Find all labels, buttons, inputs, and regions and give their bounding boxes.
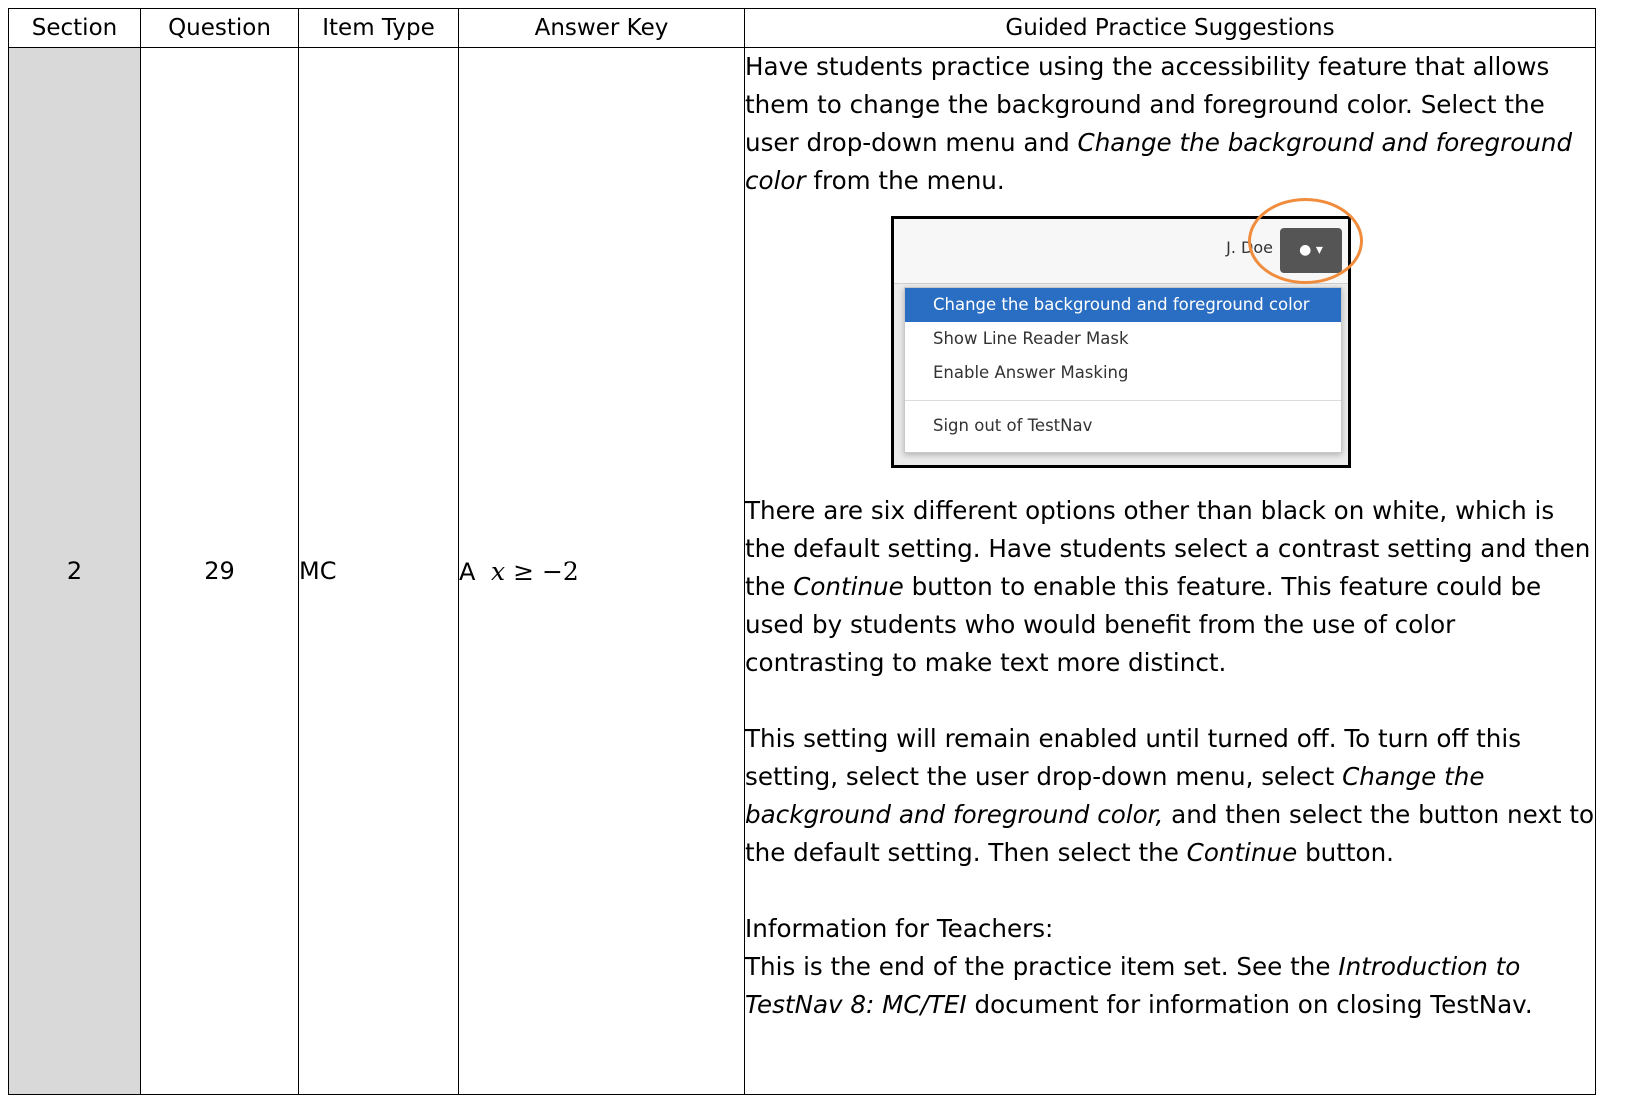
menu-item-sign-out[interactable]: Sign out of TestNav (905, 409, 1341, 443)
text-span: button. (1297, 838, 1395, 867)
answer-relation: ≥ −2 (513, 556, 579, 586)
menu-item-line-reader[interactable]: Show Line Reader Mask (905, 322, 1341, 356)
user-dropdown-menu: Change the background and foreground col… (904, 287, 1342, 453)
header-item-type: Item Type (298, 8, 459, 48)
answer-variable: x (491, 556, 506, 586)
screenshot-toolbar: J. Doe ● ▾ (894, 198, 1363, 284)
highlight-circle (1248, 198, 1363, 284)
table-row: 2 29 MC A x ≥ −2 Have students practice … (8, 47, 1596, 1095)
text-span: from the menu. (805, 166, 1005, 195)
teachers-heading: Information for Teachers: (745, 914, 1054, 943)
guided-paragraph-4: This is the end of the practice item set… (745, 948, 1595, 1024)
menu-item-answer-masking[interactable]: Enable Answer Masking (905, 356, 1341, 390)
header-row: Section Question Item Type Answer Key Gu… (8, 8, 1596, 48)
emphasis-span: Continue (793, 572, 904, 601)
question-cell: 29 (140, 47, 299, 1095)
menu-item-change-colors[interactable]: Change the background and foreground col… (905, 288, 1341, 322)
menu-divider (905, 400, 1341, 401)
guided-practice-cell: Have students practice using the accessi… (744, 47, 1596, 1095)
header-question: Question (140, 8, 299, 48)
header-answer-key: Answer Key (458, 8, 745, 48)
guided-paragraph-2: There are six different options other th… (745, 492, 1595, 682)
emphasis-span: Continue (1186, 838, 1298, 867)
answer-expression: x ≥ −2 (483, 557, 579, 586)
text-span: document for information on closing Test… (966, 990, 1533, 1019)
practice-table: Section Question Item Type Answer Key Gu… (8, 8, 1596, 1095)
item-type-cell: MC (298, 47, 459, 1095)
header-section: Section (8, 8, 141, 48)
header-guided-practice: Guided Practice Suggestions (744, 8, 1596, 48)
user-menu-screenshot: J. Doe ● ▾ Change the background and for… (891, 198, 1363, 468)
section-cell: 2 (8, 47, 141, 1095)
answer-key-cell: A x ≥ −2 (458, 47, 745, 1095)
answer-letter: A (459, 557, 476, 586)
text-span: This is the end of the practice item set… (745, 952, 1339, 981)
guided-paragraph-1: Have students practice using the accessi… (745, 48, 1595, 200)
guided-paragraph-3: This setting will remain enabled until t… (745, 720, 1595, 872)
